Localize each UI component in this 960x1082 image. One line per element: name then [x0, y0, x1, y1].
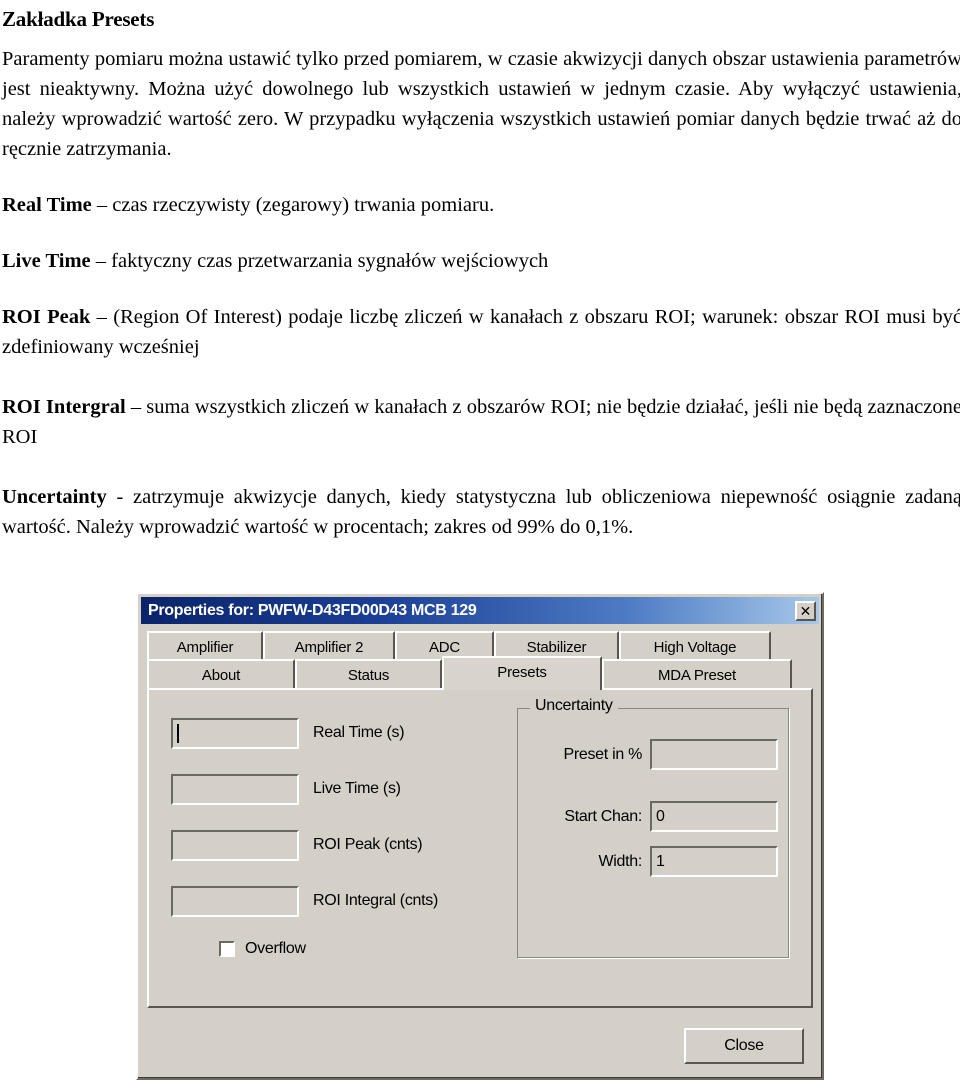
start-chan-input[interactable]: 0 — [650, 801, 778, 832]
roi-integral-label: ROI Integral (cnts) — [313, 892, 439, 909]
document-body: Zakładka Presets Paramenty pomiaru można… — [0, 0, 960, 542]
row-start-chan: Start Chan: 0 — [522, 801, 778, 832]
tab-mda-preset-label: MDA Preset — [657, 666, 737, 684]
width-value: 1 — [656, 852, 665, 870]
row-width: Width: 1 — [522, 846, 778, 877]
real-time-label: Real Time (s) — [313, 724, 405, 741]
term-uncertainty: Uncertainty — [2, 486, 107, 508]
row-preset-in-percent: Preset in % — [522, 739, 778, 770]
real-time-input[interactable] — [171, 717, 299, 749]
tab-high-voltage-label: High Voltage — [653, 638, 737, 656]
roi-peak-input[interactable] — [171, 829, 299, 861]
tab-status[interactable]: Status — [295, 659, 442, 689]
term-live-time: Live Time — [2, 250, 91, 272]
start-chan-value: 0 — [656, 807, 665, 825]
overflow-checkbox[interactable] — [219, 941, 235, 957]
roi-integral-input[interactable] — [171, 885, 299, 917]
paragraph-uncertainty: Uncertainty - zatrzymuje akwizycje danyc… — [2, 482, 960, 542]
start-chan-label: Start Chan: — [564, 807, 642, 825]
dialog-titlebar[interactable]: Properties for: PWFW-D43FD00D43 MCB 129 … — [141, 597, 819, 624]
presets-field-list: Real Time (s) Live Time (s) ROI Peak (cn… — [171, 716, 471, 958]
tab-adc-label: ADC — [428, 638, 461, 656]
tab-about[interactable]: About — [147, 659, 295, 689]
tab-stabilizer-label: Stabilizer — [526, 638, 587, 656]
live-time-label: Live Time (s) — [313, 780, 401, 797]
field-row-roi-peak: ROI Peak (cnts) — [171, 828, 471, 862]
paragraph-live-time: Live Time – faktyczny czas przetwarzania… — [2, 246, 960, 276]
width-input[interactable]: 1 — [650, 846, 778, 877]
tab-high-voltage[interactable]: High Voltage — [619, 631, 771, 661]
dialog-title: Properties for: PWFW-D43FD00D43 MCB 129 — [148, 601, 477, 619]
paragraph-live-time-text: – faktyczny czas przetwarzania sygnałów … — [90, 250, 549, 272]
paragraph-roi-intergral-text: – suma wszystkich zliczeń w kanałach z o… — [2, 396, 960, 448]
close-x-icon[interactable]: ✕ — [795, 600, 816, 621]
paragraph-real-time: Real Time – czas rzeczywisty (zegarowy) … — [2, 190, 960, 220]
close-x-glyph: ✕ — [799, 602, 812, 619]
width-label: Width: — [598, 852, 642, 870]
tab-strip: Amplifier Amplifier 2 ADC Stabilizer Hig… — [147, 631, 814, 691]
field-row-roi-integral: ROI Integral (cnts) — [171, 884, 471, 918]
tab-amplifier-label: Amplifier — [176, 638, 234, 656]
overflow-checkbox-row[interactable]: Overflow — [219, 940, 471, 958]
tab-amplifier-2[interactable]: Amplifier 2 — [263, 631, 395, 661]
preset-in-percent-input[interactable] — [650, 739, 778, 770]
tab-presets-label: Presets — [497, 664, 547, 681]
presets-panel: Real Time (s) Live Time (s) ROI Peak (cn… — [147, 688, 813, 1008]
tab-mda-preset[interactable]: MDA Preset — [602, 659, 792, 689]
overflow-label: Overflow — [245, 940, 306, 957]
term-real-time: Real Time — [2, 194, 92, 216]
paragraph-roi-peak: ROI Peak – (Region Of Interest) podaje l… — [2, 302, 960, 362]
properties-dialog: Properties for: PWFW-D43FD00D43 MCB 129 … — [136, 592, 824, 1080]
text-caret — [177, 723, 179, 743]
close-button[interactable]: Close — [684, 1028, 804, 1064]
close-button-label: Close — [724, 1037, 764, 1054]
tab-amplifier[interactable]: Amplifier — [147, 631, 263, 661]
paragraph-uncertainty-text: - zatrzymuje akwizycje danych, kiedy sta… — [2, 486, 960, 538]
field-row-real-time: Real Time (s) — [171, 716, 471, 750]
roi-peak-label: ROI Peak (cnts) — [313, 836, 423, 853]
paragraph-roi-intergral: ROI Intergral – suma wszystkich zliczeń … — [2, 392, 960, 452]
live-time-input[interactable] — [171, 773, 299, 805]
field-row-live-time: Live Time (s) — [171, 772, 471, 806]
paragraph-intro: Paramenty pomiaru można ustawić tylko pr… — [2, 48, 960, 160]
term-roi-intergral: ROI Intergral — [2, 396, 126, 418]
term-roi-peak: ROI Peak — [2, 306, 91, 328]
tab-about-label: About — [201, 666, 241, 684]
tab-status-label: Status — [347, 666, 390, 684]
tab-row-2: About Status Presets MDA Preset — [147, 656, 814, 690]
tab-presets[interactable]: Presets — [442, 656, 602, 690]
uncertainty-legend: Uncertainty — [530, 697, 618, 715]
properties-dialog-screenshot: Properties for: PWFW-D43FD00D43 MCB 129 … — [136, 592, 824, 1080]
uncertainty-groupbox: Uncertainty Preset in % Start Chan: 0 Wi… — [517, 697, 789, 958]
page-title: Zakładka Presets — [2, 7, 155, 31]
tab-amplifier-2-label: Amplifier 2 — [294, 638, 364, 656]
paragraph-real-time-text: – czas rzeczywisty (zegarowy) trwania po… — [91, 194, 495, 216]
preset-in-percent-label: Preset in % — [563, 745, 642, 763]
paragraph-roi-peak-text: – (Region Of Interest) podaje liczbę zli… — [2, 306, 960, 358]
